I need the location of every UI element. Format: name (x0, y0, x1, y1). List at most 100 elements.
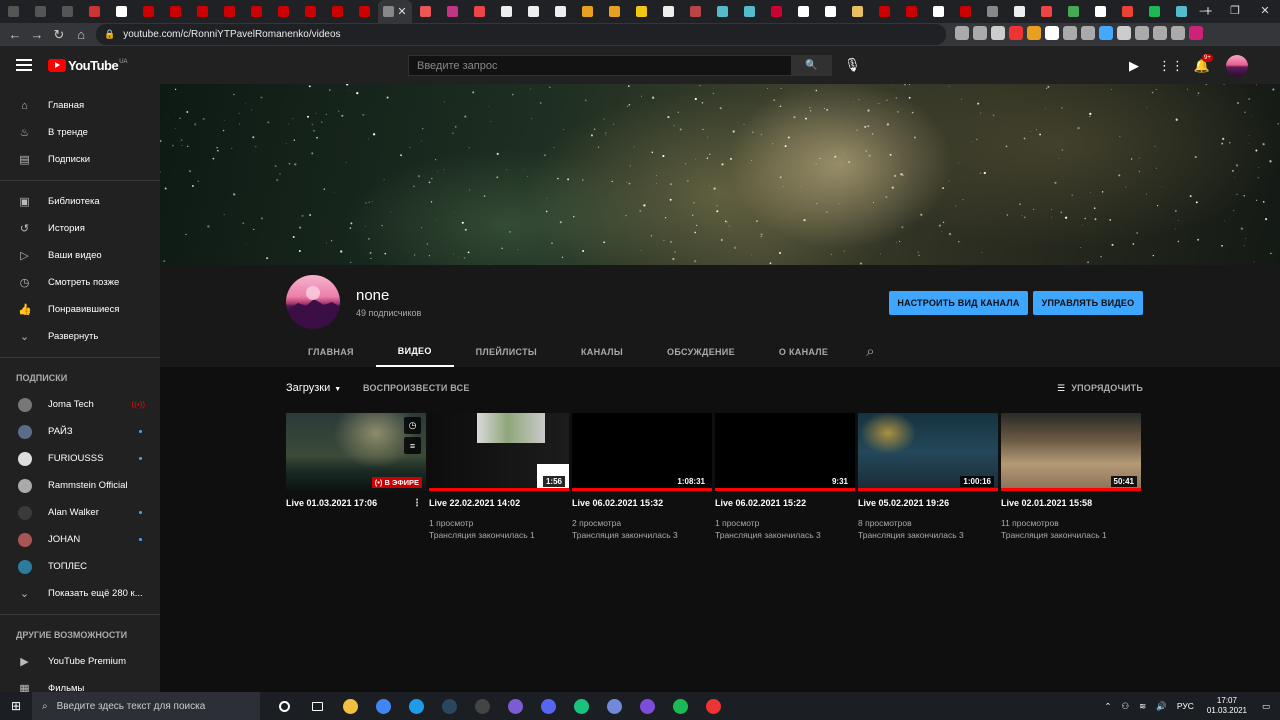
tray-chevron-icon[interactable]: ⌃ (1104, 701, 1111, 712)
channel-tab[interactable]: ПЛЕЙЛИСТЫ (454, 336, 559, 367)
browser-tab[interactable] (1006, 0, 1033, 23)
browser-tab[interactable] (655, 0, 682, 23)
create-video-icon[interactable]: ▶ (1124, 58, 1144, 74)
browser-tab[interactable] (682, 0, 709, 23)
browser-tab[interactable] (412, 0, 439, 23)
close-window-icon[interactable]: ✕ (1250, 0, 1280, 23)
extension-icon[interactable] (1135, 26, 1149, 40)
extension-icon[interactable] (973, 26, 987, 40)
browser-tab[interactable] (108, 0, 135, 23)
back-icon[interactable]: ← (4, 27, 26, 42)
watch-later-icon[interactable]: ◷ (404, 417, 421, 434)
browser-tab[interactable] (547, 0, 574, 23)
browser-tab[interactable] (628, 0, 655, 23)
browser-tab[interactable] (162, 0, 189, 23)
browser-tab[interactable] (790, 0, 817, 23)
video-card[interactable]: 9:31 Live 06.02.2021 15:22 1 просмотр Транс… (715, 413, 855, 541)
video-thumbnail[interactable]: 1:56 (429, 413, 569, 491)
channel-avatar[interactable] (286, 275, 340, 329)
task-view-icon[interactable] (301, 692, 334, 720)
extension-icon[interactable] (955, 26, 969, 40)
more-options-icon[interactable]: ⋮ (412, 498, 422, 509)
taskbar-app-icon[interactable] (466, 692, 499, 720)
browser-tab[interactable]: ✕ (378, 0, 412, 23)
browser-tab[interactable] (135, 0, 162, 23)
browser-tab[interactable] (493, 0, 520, 23)
browser-tab[interactable] (1114, 0, 1141, 23)
browser-tab[interactable] (0, 0, 27, 23)
sidebar-item[interactable]: ▣ Библиотека (0, 188, 160, 215)
extension-icon[interactable] (1063, 26, 1077, 40)
channel-tab[interactable]: О КАНАЛЕ (757, 336, 850, 367)
extension-icon[interactable] (1153, 26, 1167, 40)
reload-icon[interactable]: ↻ (48, 27, 70, 43)
subscription-item[interactable]: Alan Walker (0, 499, 160, 526)
apps-grid-icon[interactable]: ⋮⋮ (1158, 58, 1184, 74)
browser-tab[interactable] (270, 0, 297, 23)
browser-tab[interactable] (736, 0, 763, 23)
account-avatar[interactable] (1226, 55, 1248, 77)
extension-icon[interactable] (1171, 26, 1185, 40)
taskbar-app-icon[interactable] (664, 692, 697, 720)
sidebar-item[interactable]: ▷ Ваши видео (0, 242, 160, 269)
subscription-item[interactable]: РАЙЗ (0, 418, 160, 445)
video-thumbnail[interactable]: 9:31 (715, 413, 855, 491)
add-to-queue-icon[interactable]: ≡ (404, 437, 421, 454)
browser-tab[interactable] (925, 0, 952, 23)
browser-tab[interactable] (216, 0, 243, 23)
taskbar-app-icon[interactable] (499, 692, 532, 720)
browser-tab[interactable] (351, 0, 378, 23)
sidebar-item[interactable]: ⌂ Главная (0, 92, 160, 119)
video-card[interactable]: 1:56 Live 22.02.2021 14:02 1 просмотр Транс… (429, 413, 569, 541)
language-indicator[interactable]: РУС (1177, 701, 1194, 711)
extension-icon[interactable] (1009, 26, 1023, 40)
search-button[interactable]: 🔍 (792, 55, 832, 76)
browser-tab[interactable] (27, 0, 54, 23)
sidebar-item[interactable]: ▦ Фильмы (0, 675, 160, 692)
search-input[interactable] (408, 55, 792, 76)
taskbar-app-icon[interactable] (631, 692, 664, 720)
video-card[interactable]: 1:00:16 Live 05.02.2021 19:26 8 просмотров… (858, 413, 998, 541)
browser-tab[interactable] (54, 0, 81, 23)
taskbar-app-icon[interactable] (400, 692, 433, 720)
forward-icon[interactable]: → (26, 27, 48, 42)
manage-videos-button[interactable]: УПРАВЛЯТЬ ВИДЕО (1033, 291, 1143, 315)
close-tab-icon[interactable]: ✕ (397, 5, 406, 18)
browser-tab[interactable] (1087, 0, 1114, 23)
volume-icon[interactable]: 🔊 (1156, 701, 1167, 712)
taskbar-app-icon[interactable] (532, 692, 565, 720)
video-thumbnail[interactable]: ◷ ≡ (•) В ЭФИРЕ (286, 413, 426, 491)
address-bar[interactable]: 🔒 youtube.com/c/RonniYTPavelRomanenko/vi… (96, 24, 946, 45)
network-icon[interactable]: ⚇ (1122, 701, 1130, 712)
browser-tab[interactable] (709, 0, 736, 23)
video-card[interactable]: ◷ ≡ (•) В ЭФИРЕ Live 01.03.2021 17:06 ⋮ (286, 413, 426, 541)
extension-icon[interactable] (1045, 26, 1059, 40)
subscription-item[interactable]: Joma Tech ((•)) (0, 391, 160, 418)
sort-button[interactable]: ☰ УПОРЯДОЧИТЬ (1057, 383, 1143, 394)
taskbar-search[interactable]: ⌕ Введите здесь текст для поиска (32, 692, 260, 720)
notifications-icon[interactable]: 🔔 9+ (1192, 54, 1213, 74)
sidebar-item[interactable]: ⌄ Развернуть (0, 323, 160, 350)
sidebar-item[interactable]: 👍 Понравившиеся (0, 296, 160, 323)
uploads-filter[interactable]: Загрузки ▼ (286, 382, 341, 394)
video-title[interactable]: Live 01.03.2021 17:06 ⋮ (286, 498, 426, 509)
minimize-icon[interactable]: — (1190, 0, 1220, 23)
browser-tab[interactable] (844, 0, 871, 23)
browser-tab[interactable] (763, 0, 790, 23)
sidebar-item[interactable]: ▤ Подписки (0, 146, 160, 173)
video-card[interactable]: 1:08:31 Live 06.02.2021 15:32 2 просмотра Т… (572, 413, 712, 541)
subscription-item[interactable]: JOHAN (0, 526, 160, 553)
browser-tab[interactable] (520, 0, 547, 23)
video-title[interactable]: Live 02.01.2021 15:58 (1001, 498, 1141, 508)
browser-tab[interactable] (439, 0, 466, 23)
subscription-item[interactable]: Rammstein Official (0, 472, 160, 499)
taskbar-app-icon[interactable] (367, 692, 400, 720)
taskbar-app-icon[interactable] (697, 692, 730, 720)
customize-channel-button[interactable]: НАСТРОИТЬ ВИД КАНАЛА (889, 291, 1028, 315)
sidebar-item[interactable]: ▶ YouTube Premium (0, 648, 160, 675)
home-browser-icon[interactable]: ⌂ (70, 27, 92, 42)
sidebar-item[interactable]: ↺ История (0, 215, 160, 242)
browser-tab[interactable] (898, 0, 925, 23)
extension-icon[interactable] (1189, 26, 1203, 40)
browser-tab[interactable] (297, 0, 324, 23)
